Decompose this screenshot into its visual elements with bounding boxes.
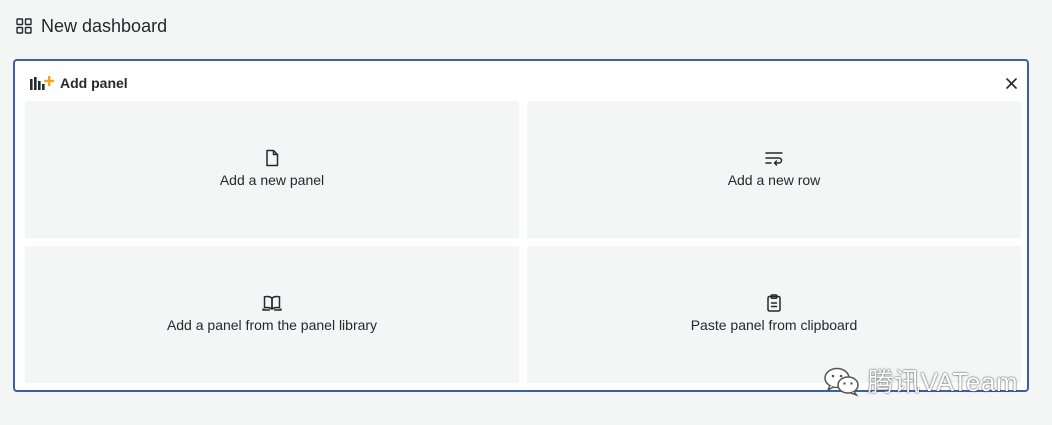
add-chart-icon: [30, 76, 55, 90]
option-label: Add a panel from the panel library: [166, 317, 378, 333]
add-new-row-option[interactable]: Add a new row: [527, 101, 1021, 238]
clipboard-icon: [767, 294, 781, 312]
file-icon: [266, 149, 279, 167]
dashboard-grid-icon: [16, 18, 32, 34]
dashboard-header: New dashboard: [16, 14, 167, 38]
wechat-icon: [823, 367, 859, 397]
add-new-panel-option[interactable]: Add a new panel: [25, 101, 519, 238]
add-panel-header: Add panel: [29, 73, 128, 93]
close-icon: [1005, 77, 1017, 89]
watermark-text: 腾讯VATeam: [867, 367, 1018, 397]
close-button[interactable]: [1001, 73, 1021, 93]
add-from-library-option[interactable]: Add a panel from the panel library: [25, 246, 519, 383]
option-label: Paste panel from clipboard: [690, 317, 858, 333]
book-icon: [262, 295, 282, 311]
watermark: 腾讯VATeam: [822, 362, 1018, 399]
option-label: Add a new panel: [219, 172, 325, 188]
page-title: New dashboard: [41, 15, 168, 36]
option-label: Add a new row: [727, 172, 821, 188]
add-panel-title: Add panel: [60, 75, 128, 91]
row-wrap-icon: [765, 152, 783, 166]
add-panel-card: Add panel Add a new panel Add a new row …: [13, 59, 1029, 392]
